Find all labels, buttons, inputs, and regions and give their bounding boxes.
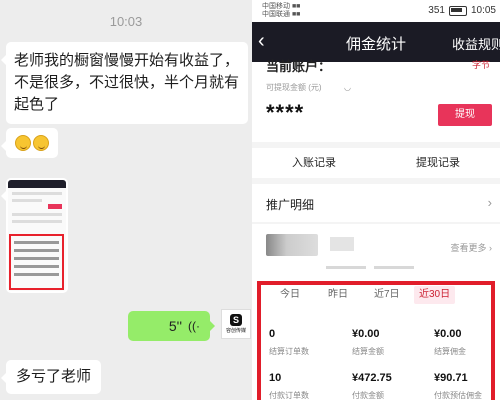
withdraw-button[interactable]: 提现 [438, 104, 492, 126]
status-time: 10:05 [470, 5, 496, 16]
carrier-label: 中国联通 ■■ [262, 11, 301, 18]
message-bubble-earnings[interactable]: 老师我的橱窗慢慢开始有收益了，不是很多，不过很快，半个月就有起色了 [1, 42, 248, 124]
income-record-link[interactable]: 入账记录 [252, 148, 376, 178]
promo-detail-label: 推广明细 [266, 198, 315, 212]
chat-timestamp: 10:03 [109, 14, 143, 29]
message-text: 多亏了老师 [16, 368, 92, 385]
smile-emoji-icon [15, 135, 31, 151]
stats-card: 今日 昨日 近7日 近30日 0 结算订单数 ¥0.00 结算金额 ¥0.00 … [252, 272, 500, 400]
earnings-rules-link[interactable]: 收益规则 [452, 34, 500, 53]
message-image-thumbnail[interactable] [1, 178, 68, 293]
brand-logo-icon: S [230, 314, 242, 326]
records-row: 入账记录 提现记录 [252, 148, 500, 178]
withdrawable-amount: **** [266, 100, 305, 125]
blurred-product-image [266, 234, 318, 256]
avatar[interactable]: S 容创传媒 [221, 309, 251, 339]
voice-message[interactable]: 5'' ((· [128, 311, 215, 341]
highlight-box [257, 281, 495, 400]
chat-panel: 10:03 老师我的橱窗慢慢开始有收益了，不是很多，不过很快，半个月就有起色了 … [0, 0, 252, 400]
voice-wave-icon: ((· [188, 319, 200, 333]
chevron-right-icon: › [487, 195, 492, 210]
account-type: 字节 [471, 60, 490, 70]
smile-emoji-icon [33, 135, 49, 151]
highlight-box [9, 234, 64, 290]
network-speed: 351 [428, 5, 445, 16]
message-text: 老师我的橱窗慢慢开始有收益了，不是很多，不过很快，半个月就有起色了 [14, 52, 240, 113]
product-row: 查看更多 › [252, 224, 500, 272]
promo-detail-row[interactable]: 推广明细 › [252, 184, 500, 222]
blurred-product-name [330, 237, 354, 251]
voice-duration: 5'' [168, 318, 182, 334]
battery-icon [448, 5, 467, 16]
message-bubble-emoji[interactable] [1, 128, 58, 158]
withdrawable-label: 可提现金额 (元) [266, 83, 322, 92]
account-label: 当前账户： [266, 59, 332, 74]
balance-card: 当前账户： 字节 可提现金额 (元) ◡ **** 提现 [252, 59, 500, 142]
avatar-text: 容创传媒 [225, 328, 246, 334]
see-more-link[interactable]: 查看更多 › [451, 241, 493, 254]
screenshot-preview [8, 180, 66, 291]
commission-screenshot: 中国移动 ■■ 中国联通 ■■ 351 10:05 ‹ 佣金统计 收益规则 当前… [252, 0, 500, 400]
withdraw-record-link[interactable]: 提现记录 [376, 148, 500, 178]
carrier-label: 中国移动 ■■ [262, 3, 301, 10]
eye-closed-icon[interactable]: ◡ [344, 83, 351, 92]
status-bar: 中国移动 ■■ 中国联通 ■■ 351 10:05 [252, 0, 500, 22]
message-bubble-thanks[interactable]: 多亏了老师 [0, 360, 102, 394]
